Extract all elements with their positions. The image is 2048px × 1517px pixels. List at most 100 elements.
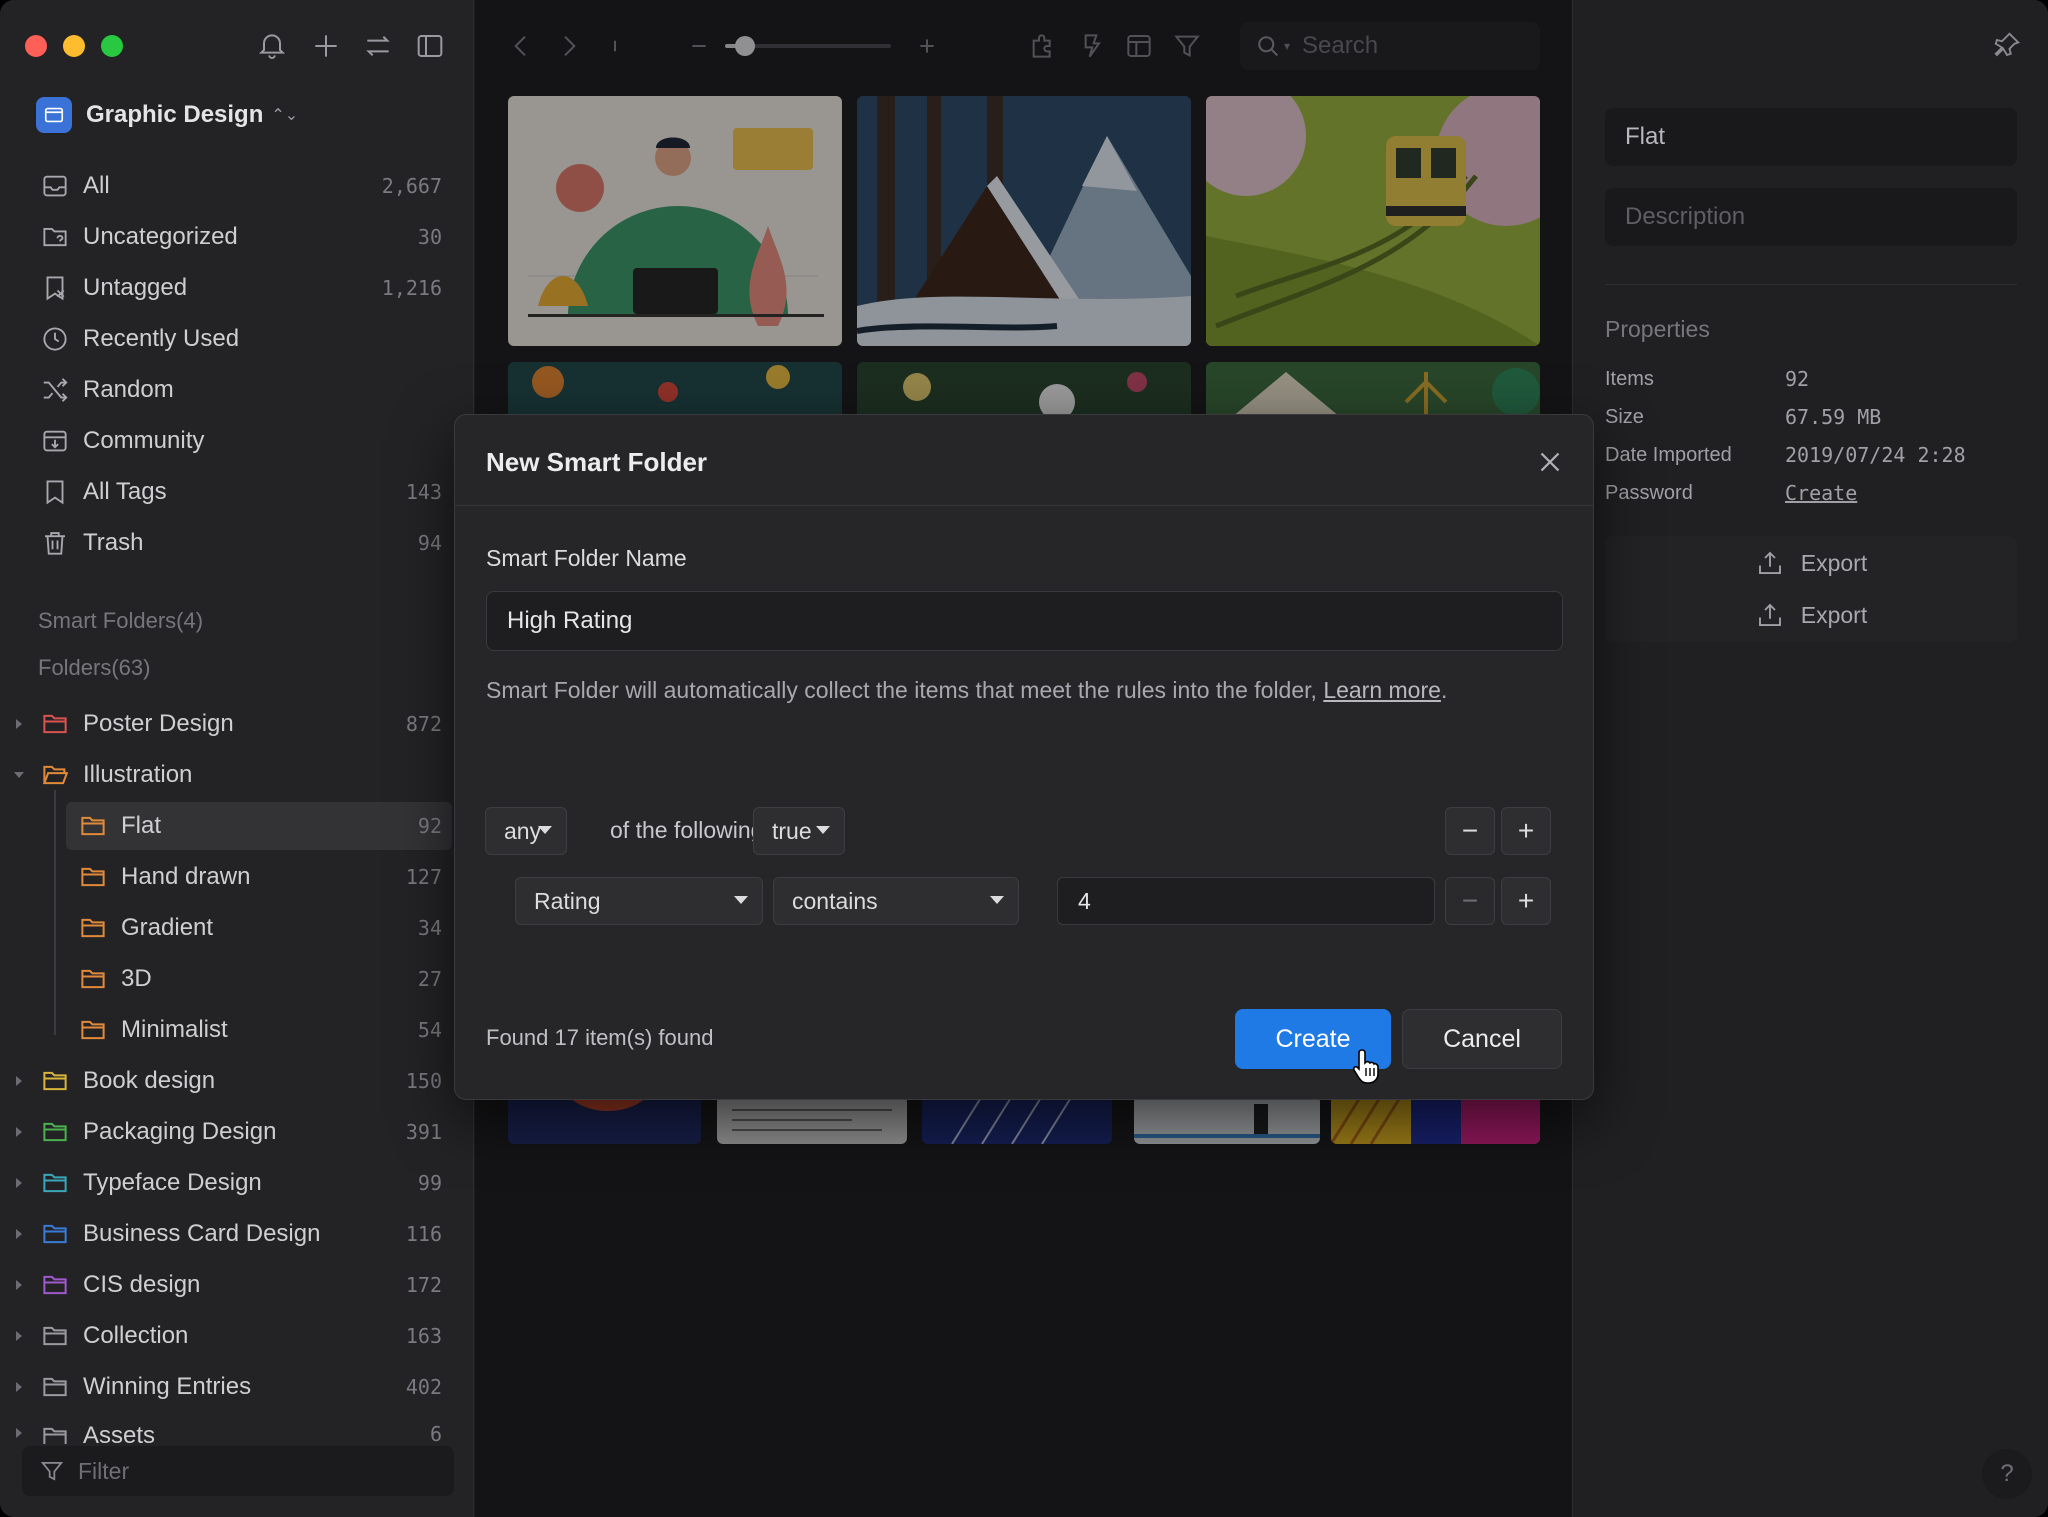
remove-rule-button[interactable]: − [1445, 877, 1495, 925]
export-icon [1755, 548, 1785, 578]
smart-folder-name-input[interactable]: High Rating [486, 591, 1563, 651]
folder-packaging-design[interactable]: Packaging Design 391 [0, 1108, 474, 1156]
match-bool-select[interactable]: true [753, 807, 845, 855]
folder-icon [78, 862, 108, 892]
dropdown-arrow-icon [816, 826, 830, 834]
nav-label: Trash [83, 529, 144, 556]
folder-gradient[interactable]: Gradient 34 [0, 904, 474, 952]
nav-count: 143 [405, 480, 442, 504]
caret-right-icon[interactable] [12, 1227, 26, 1241]
help-button[interactable]: ? [1982, 1449, 2032, 1499]
folder-label: CIS design [83, 1271, 201, 1298]
caret-right-icon[interactable] [12, 1074, 26, 1088]
folder-hand-drawn[interactable]: Hand drawn 127 [0, 853, 474, 901]
dialog-description: Smart Folder will automatically collect … [486, 673, 1563, 707]
nav-uncategorized[interactable]: Uncategorized 30 [0, 213, 474, 261]
folder-typeface-design[interactable]: Typeface Design 99 [0, 1159, 474, 1207]
learn-more-link[interactable]: Learn more [1323, 677, 1441, 703]
description-text: Smart Folder will automatically collect … [486, 677, 1324, 703]
folder-winning-entries[interactable]: Winning Entries 402 [0, 1363, 474, 1411]
property-key: Password [1605, 481, 1693, 504]
minimize-window-button[interactable] [63, 35, 85, 57]
folder-icon [78, 811, 108, 841]
add-group-button[interactable]: + [1501, 807, 1551, 855]
folders-header[interactable]: Folders(63) [38, 655, 150, 681]
folder-name-field[interactable]: Flat [1605, 108, 2017, 166]
library-switcher[interactable]: Graphic Design ⌃⌄ [36, 97, 298, 133]
caret-right-icon[interactable] [12, 1380, 26, 1394]
nav-untagged[interactable]: Untagged 1,216 [0, 264, 474, 312]
folder-3d[interactable]: 3D 27 [0, 955, 474, 1003]
folder-book-design[interactable]: Book design 150 [0, 1057, 474, 1105]
caret-down-icon[interactable] [12, 768, 26, 782]
close-icon[interactable] [1533, 445, 1567, 479]
pin-icon[interactable] [1992, 30, 2022, 60]
property-key: Size [1605, 405, 1644, 428]
folder-count: 872 [405, 712, 442, 736]
divider [1605, 284, 2017, 285]
description-field[interactable]: Description [1605, 188, 2017, 246]
folder-label: Assets [83, 1422, 156, 1444]
rule-operator-value: contains [792, 887, 878, 914]
filter-input[interactable]: Filter [22, 1446, 454, 1496]
export-label: Export [1800, 601, 1868, 628]
caret-right-icon[interactable] [12, 1278, 26, 1292]
folder-cis-design[interactable]: CIS design 172 [0, 1261, 474, 1309]
match-mode-select[interactable]: any [485, 807, 567, 855]
folder-icon [40, 1117, 70, 1147]
folder-assets[interactable]: Assets 6 [0, 1414, 474, 1444]
swap-icon[interactable] [362, 30, 394, 62]
nav-count: 1,216 [381, 276, 442, 300]
nav-label: Random [83, 376, 174, 403]
nav-label: Community [83, 427, 205, 454]
smart-folders-header[interactable]: Smart Folders(4) [38, 608, 203, 634]
rule-field-select[interactable]: Rating [515, 877, 763, 925]
property-password: Password Create [1605, 474, 2017, 512]
rule-value-input[interactable]: 4 [1057, 877, 1435, 925]
folder-icon [40, 1321, 70, 1351]
cancel-button[interactable]: Cancel [1402, 1009, 1562, 1069]
remove-group-button[interactable]: − [1445, 807, 1495, 855]
zoom-window-button[interactable] [101, 35, 123, 57]
folder-label: Business Card Design [83, 1220, 321, 1247]
folder-illustration[interactable]: Illustration [0, 751, 474, 799]
nav-trash[interactable]: Trash 94 [0, 519, 474, 567]
export-button-2[interactable]: Export [1605, 590, 2017, 640]
caret-right-icon[interactable] [12, 1125, 26, 1139]
folder-label: Poster Design [83, 710, 234, 737]
caret-right-icon[interactable] [12, 1176, 26, 1190]
folder-label: Illustration [83, 761, 193, 788]
bell-icon[interactable] [256, 30, 288, 62]
nav-recently-used[interactable]: Recently Used [0, 315, 474, 363]
add-icon[interactable] [310, 30, 342, 62]
caret-right-icon[interactable] [12, 1426, 26, 1440]
folder-flat[interactable]: Flat 92 [66, 802, 452, 850]
nav-all-tags[interactable]: All Tags 143 [0, 468, 474, 516]
folder-count: 391 [405, 1120, 442, 1144]
rule-operator-select[interactable]: contains [773, 877, 1019, 925]
export-button-1[interactable]: Export [1605, 538, 2017, 588]
property-key: Date Imported [1605, 443, 1732, 466]
create-password-link[interactable]: Create [1785, 481, 1857, 505]
folder-icon [40, 1168, 70, 1198]
folder-icon [40, 1219, 70, 1249]
nav-all[interactable]: All 2,667 [0, 162, 474, 210]
nav-community[interactable]: Community [0, 417, 474, 465]
add-rule-button[interactable]: + [1501, 877, 1551, 925]
sidebar-toggle-icon[interactable] [414, 30, 446, 62]
caret-right-icon[interactable] [12, 1329, 26, 1343]
hand-cursor-icon [1352, 1049, 1379, 1084]
export-group: Export Export [1605, 536, 2017, 642]
inspector-panel: Flat Description Properties Items 92 Size… [1572, 0, 2048, 1517]
nav-random[interactable]: Random [0, 366, 474, 414]
property-size: Size 67.59 MB [1605, 398, 2017, 436]
close-window-button[interactable] [25, 35, 47, 57]
folder-minimalist[interactable]: Minimalist 54 [0, 1006, 474, 1054]
filter-placeholder: Filter [78, 1457, 130, 1484]
folder-count: 92 [417, 814, 442, 838]
folder-business-card-design[interactable]: Business Card Design 116 [0, 1210, 474, 1258]
folder-poster-design[interactable]: Poster Design 872 [0, 700, 474, 748]
folder-collection[interactable]: Collection 163 [0, 1312, 474, 1360]
folder-count: 402 [405, 1375, 442, 1399]
caret-right-icon[interactable] [12, 717, 26, 731]
